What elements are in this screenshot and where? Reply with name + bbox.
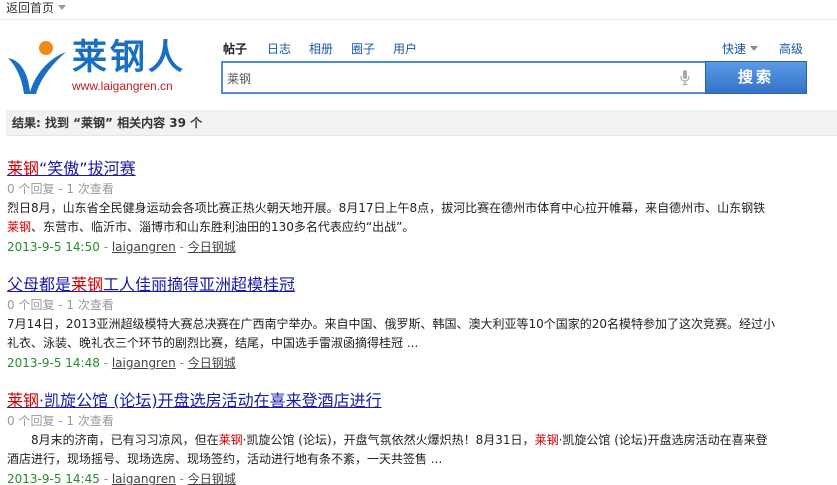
result-meta: 0 个回复 - 1 次查看 — [7, 182, 114, 196]
snippet-text: ·凯旋公馆 (论坛)，开盘气氛依然火爆炽热！8月31日， — [242, 433, 535, 447]
result-date: 2013-9-5 14:50 — [7, 240, 100, 254]
separator: - — [99, 240, 112, 254]
search-button[interactable]: 搜索 — [705, 61, 807, 94]
snippet-highlight: 莱钢 — [218, 433, 243, 447]
result-meta: 0 个回复 - 1 次查看 — [7, 298, 114, 312]
logo-figure-icon — [8, 41, 66, 94]
title-highlight: 莱钢 — [7, 391, 40, 410]
chevron-down-icon — [58, 5, 67, 10]
result-footer: 2013-9-5 14:50 - laigangren - 今日钢城 — [7, 239, 777, 255]
result-item: 父母都是莱钢工人佳丽摘得亚洲超模桂冠 0 个回复 - 1 次查看 7月14日，2… — [7, 275, 777, 371]
separator: - — [99, 356, 112, 370]
result-title-link[interactable]: 莱钢“笑傲”拔河赛 — [7, 159, 777, 179]
result-snippet: 7月14日，2013亚洲超级模特大赛总决赛在广西南宁举办。来自中国、俄罗斯、韩国… — [7, 317, 775, 350]
result-item: 莱钢“笑傲”拔河赛 0 个回复 - 1 次查看 烈日8月，山东省全民健身运动会各… — [7, 159, 777, 255]
result-summary: 结果: 找到 “莱钢” 相关内容 39 个 — [6, 110, 837, 136]
result-title-link[interactable]: 父母都是莱钢工人佳丽摘得亚洲超模桂冠 — [7, 275, 777, 295]
quick-search-label: 快速 — [722, 42, 747, 56]
result-date: 2013-9-5 14:45 — [7, 472, 100, 485]
result-forum-link[interactable]: 今日钢城 — [188, 356, 236, 370]
snippet-highlight: 莱钢 — [7, 220, 32, 234]
separator: - — [99, 472, 112, 485]
title-highlight: 莱钢 — [71, 275, 104, 294]
tab-albums[interactable]: 相册 — [309, 40, 333, 57]
result-author-link[interactable]: laigangren — [112, 356, 176, 370]
back-home-label: 返回首页 — [6, 1, 55, 15]
tab-groups[interactable]: 圈子 — [351, 40, 375, 57]
title-text: ·凯旋公馆 (论坛)开盘选房活动在喜来登酒店进行 — [39, 391, 382, 410]
result-meta: 0 个回复 - 1 次查看 — [7, 414, 114, 428]
title-highlight: 莱钢 — [7, 159, 40, 178]
quick-search-dropdown[interactable]: 快速 — [722, 40, 759, 57]
site-logo[interactable]: 莱钢人 www.laigangren.cn — [6, 34, 196, 98]
search-box — [221, 61, 706, 94]
result-footer: 2013-9-5 14:45 - laigangren - 今日钢城 — [7, 471, 777, 485]
result-item: 莱钢·凯旋公馆 (论坛)开盘选房活动在喜来登酒店进行 0 个回复 - 1 次查看… — [7, 391, 777, 485]
result-snippet: 8月末的济南，已有习习凉风，但在莱钢·凯旋公馆 (论坛)，开盘气氛依然火爆炽热！… — [7, 431, 777, 469]
result-forum-link[interactable]: 今日钢城 — [188, 240, 236, 254]
snippet-text: 、东营市、临沂市、淄博市和山东胜利油田的130多名代表应约“出战”。 — [31, 220, 415, 234]
title-text: 工人佳丽摘得亚洲超模桂冠 — [103, 275, 296, 294]
search-input[interactable] — [227, 69, 657, 87]
snippet-text: 烈日8月，山东省全民健身运动会各项比赛正热火朝天地开展。8月17日上午8点，拔河… — [7, 201, 766, 215]
logo-name: 莱钢人 — [72, 38, 187, 78]
result-author-link[interactable]: laigangren — [112, 240, 176, 254]
result-date: 2013-9-5 14:48 — [7, 356, 100, 370]
separator: - — [175, 240, 188, 254]
result-snippet: 烈日8月，山东省全民健身运动会各项比赛正热火朝天地开展。8月17日上午8点，拔河… — [7, 199, 777, 237]
logo-url: www.laigangren.cn — [72, 79, 173, 93]
result-author-link[interactable]: laigangren — [112, 472, 176, 485]
top-bar: 返回首页 — [0, 0, 837, 20]
microphone-icon[interactable] — [680, 70, 690, 86]
separator: - — [175, 356, 188, 370]
back-home-link[interactable]: 返回首页 — [6, 1, 67, 15]
separator: - — [175, 472, 188, 485]
tab-posts[interactable]: 帖子 — [223, 40, 247, 57]
snippet-highlight: 莱钢 — [534, 433, 559, 447]
advanced-search-link[interactable]: 高级 — [779, 40, 803, 57]
tab-blogs[interactable]: 日志 — [267, 40, 291, 57]
title-text: “笑傲”拔河赛 — [39, 159, 136, 178]
tab-users[interactable]: 用户 — [393, 40, 417, 57]
snippet-text: 8月末的济南，已有习习凉风，但在 — [7, 433, 219, 447]
title-text: 父母都是 — [7, 275, 72, 294]
chevron-down-icon — [750, 46, 759, 51]
result-title-link[interactable]: 莱钢·凯旋公馆 (论坛)开盘选房活动在喜来登酒店进行 — [7, 391, 777, 411]
result-footer: 2013-9-5 14:48 - laigangren - 今日钢城 — [7, 355, 777, 371]
result-forum-link[interactable]: 今日钢城 — [188, 472, 236, 485]
